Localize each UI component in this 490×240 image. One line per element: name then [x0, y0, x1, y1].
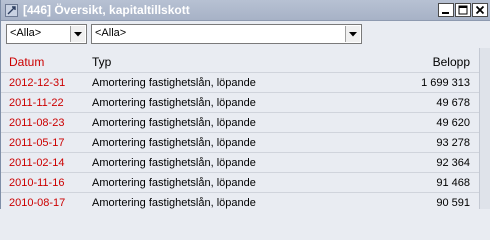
table-row[interactable]: 2010-08-17 Amortering fastighetslån, löp…: [1, 192, 479, 212]
dropdown-button[interactable]: [345, 26, 360, 42]
cell-type: Amortering fastighetslån, löpande: [92, 157, 256, 169]
cell-type: Amortering fastighetslån, löpande: [92, 177, 256, 189]
cell-amount: 91 468: [436, 177, 470, 189]
cell-date: 2010-11-16: [9, 177, 65, 189]
cell-date: 2011-11-22: [9, 97, 64, 109]
filter-dropdown-1-value: <Alla>: [10, 27, 42, 39]
close-icon: [475, 5, 485, 15]
table-row[interactable]: 2011-08-23 Amortering fastighetslån, löp…: [1, 112, 479, 132]
cell-amount: 92 364: [436, 157, 470, 169]
table-row[interactable]: 2011-11-22 Amortering fastighetslån, löp…: [1, 92, 479, 112]
table-row[interactable]: 2011-02-14 Amortering fastighetslån, löp…: [1, 152, 479, 172]
column-header-date[interactable]: Datum: [9, 55, 44, 69]
chevron-down-icon: [74, 31, 82, 36]
maximize-button[interactable]: [455, 3, 471, 17]
cell-date: 2012-12-31: [9, 77, 66, 89]
column-header-type[interactable]: Typ: [92, 55, 111, 69]
filter-bar: <Alla> <Alla>: [1, 21, 490, 48]
table-header: Datum Typ Belopp: [1, 48, 479, 72]
vertical-scrollbar[interactable]: [479, 48, 490, 209]
table-row[interactable]: 2012-12-31 Amortering fastighetslån, löp…: [1, 72, 479, 92]
title-bar[interactable]: [446] Översikt, kapitaltillskott: [1, 0, 490, 21]
dropdown-button[interactable]: [70, 26, 85, 42]
cell-type: Amortering fastighetslån, löpande: [92, 97, 256, 109]
cell-date: 2011-08-23: [9, 117, 65, 129]
table-row[interactable]: 2010-11-16 Amortering fastighetslån, löp…: [1, 172, 479, 192]
table-row[interactable]: 2011-05-17 Amortering fastighetslån, löp…: [1, 132, 479, 152]
filter-dropdown-2[interactable]: <Alla>: [91, 24, 362, 44]
transactions-table: Datum Typ Belopp 2012-12-31 Amortering f…: [1, 48, 479, 209]
cell-amount: 49 620: [436, 117, 470, 129]
cell-type: Amortering fastighetslån, löpande: [92, 197, 256, 209]
window-title: [446] Översikt, kapitaltillskott: [23, 3, 190, 17]
app-window: [446] Översikt, kapitaltillskott <Alla>: [0, 0, 490, 209]
cell-amount: 93 278: [436, 137, 470, 149]
cell-type: Amortering fastighetslån, löpande: [92, 117, 256, 129]
column-header-amount[interactable]: Belopp: [433, 55, 470, 69]
maximize-icon: [458, 5, 468, 15]
filter-dropdown-2-value: <Alla>: [95, 27, 127, 39]
cell-date: 2010-08-17: [9, 197, 66, 209]
filter-dropdown-1[interactable]: <Alla>: [6, 24, 87, 44]
close-button[interactable]: [472, 3, 488, 17]
minimize-icon: [442, 12, 449, 14]
cell-amount: 49 678: [436, 97, 470, 109]
cell-type: Amortering fastighetslån, löpande: [92, 137, 256, 149]
cell-type: Amortering fastighetslån, löpande: [92, 77, 256, 89]
app-icon: [5, 4, 18, 17]
cell-date: 2011-02-14: [9, 157, 65, 169]
cell-date: 2011-05-17: [9, 137, 65, 149]
chevron-down-icon: [349, 31, 357, 36]
cell-amount: 1 699 313: [421, 77, 470, 89]
minimize-button[interactable]: [438, 3, 454, 17]
cell-amount: 90 591: [436, 197, 470, 209]
